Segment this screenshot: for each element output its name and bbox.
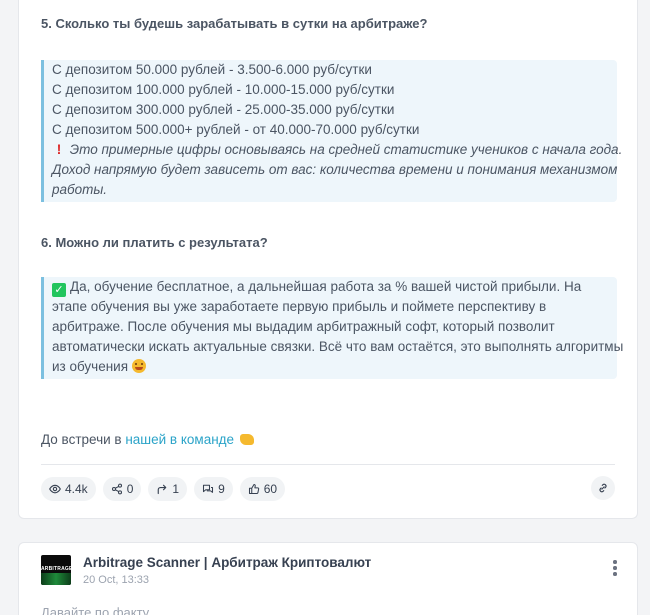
note-line: Доход напрямую будет зависеть от вас: ко… [52, 162, 618, 177]
link-icon [599, 483, 607, 493]
comments-icon [203, 484, 214, 493]
avatar-logo-text: ARBITRAGE [41, 566, 71, 572]
answer-line: ✓ Да, обучение бесплатное, а дальнейшая р… [52, 277, 609, 297]
answer-line: этапе обучения вы уже заработаете первую… [52, 299, 547, 314]
thumbs-up-icon [248, 483, 259, 495]
share-button[interactable]: 0 [102, 477, 142, 501]
question-5-title: 5. Сколько ты будешь зарабатывать в сутк… [41, 16, 428, 31]
deposit-line: С депозитом 100.000 рублей - 10.000-15.0… [52, 82, 395, 97]
note-line: ! Это примерные цифры основываясь на сре… [52, 140, 623, 160]
answer-line: из обучения [52, 357, 609, 377]
forward-button[interactable]: 1 [148, 477, 188, 501]
handshake-emoji-icon [239, 434, 254, 445]
divider [41, 464, 615, 465]
forward-arrow-icon [158, 484, 167, 495]
deposit-line: С депозитом 50.000 рублей - 3.500-6.000 … [52, 62, 372, 77]
deposit-line: С депозитом 300.000 рублей - 25.000-35.0… [52, 102, 395, 117]
answer-line: автоматически искать актуальные связки. … [52, 339, 624, 354]
question-6-answer: ✓ Да, обучение бесплатное, а дальнейшая р… [41, 277, 624, 379]
comments-button[interactable]: 9 [194, 477, 233, 501]
smile-emoji-icon [131, 359, 146, 373]
views-counter[interactable]: 4.4k [41, 477, 96, 501]
post-preview-text: Давайте по факту [41, 605, 150, 615]
question-6-title: 6. Можно ли платить с результата? [41, 235, 268, 250]
eye-icon [49, 484, 61, 494]
team-link[interactable]: нашей в команде [125, 432, 234, 447]
exclamation-icon: ! [56, 142, 62, 157]
more-options-icon[interactable] [613, 560, 617, 578]
checkmark-icon: ✓ [52, 283, 66, 297]
next-post-card: ARBITRAGE Arbitrage Scanner | Арбитраж К… [18, 542, 638, 615]
note-line: работы. [52, 182, 108, 197]
question-5-answer: С депозитом 50.000 рублей - 3.500-6.000 … [41, 60, 623, 202]
copy-link-button[interactable] [591, 476, 615, 500]
share-icon [111, 483, 122, 495]
post-timestamp: 20 Oct, 13:33 [83, 574, 150, 586]
like-button[interactable]: 60 [239, 477, 286, 501]
post-stats: 4.4k 0 1 9 60 [41, 477, 286, 501]
deposit-line: С депозитом 500.000+ рублей - от 40.000-… [52, 122, 420, 137]
channel-name[interactable]: Arbitrage Scanner | Арбитраж Криптовалют [83, 555, 371, 570]
closing-text: До встречи в нашей в команде [41, 432, 254, 447]
avatar[interactable]: ARBITRAGE [41, 555, 71, 585]
answer-line: арбитраже. После обучения мы выдадим арб… [52, 319, 555, 334]
post-card: 5. Сколько ты будешь зарабатывать в сутк… [18, 0, 638, 519]
